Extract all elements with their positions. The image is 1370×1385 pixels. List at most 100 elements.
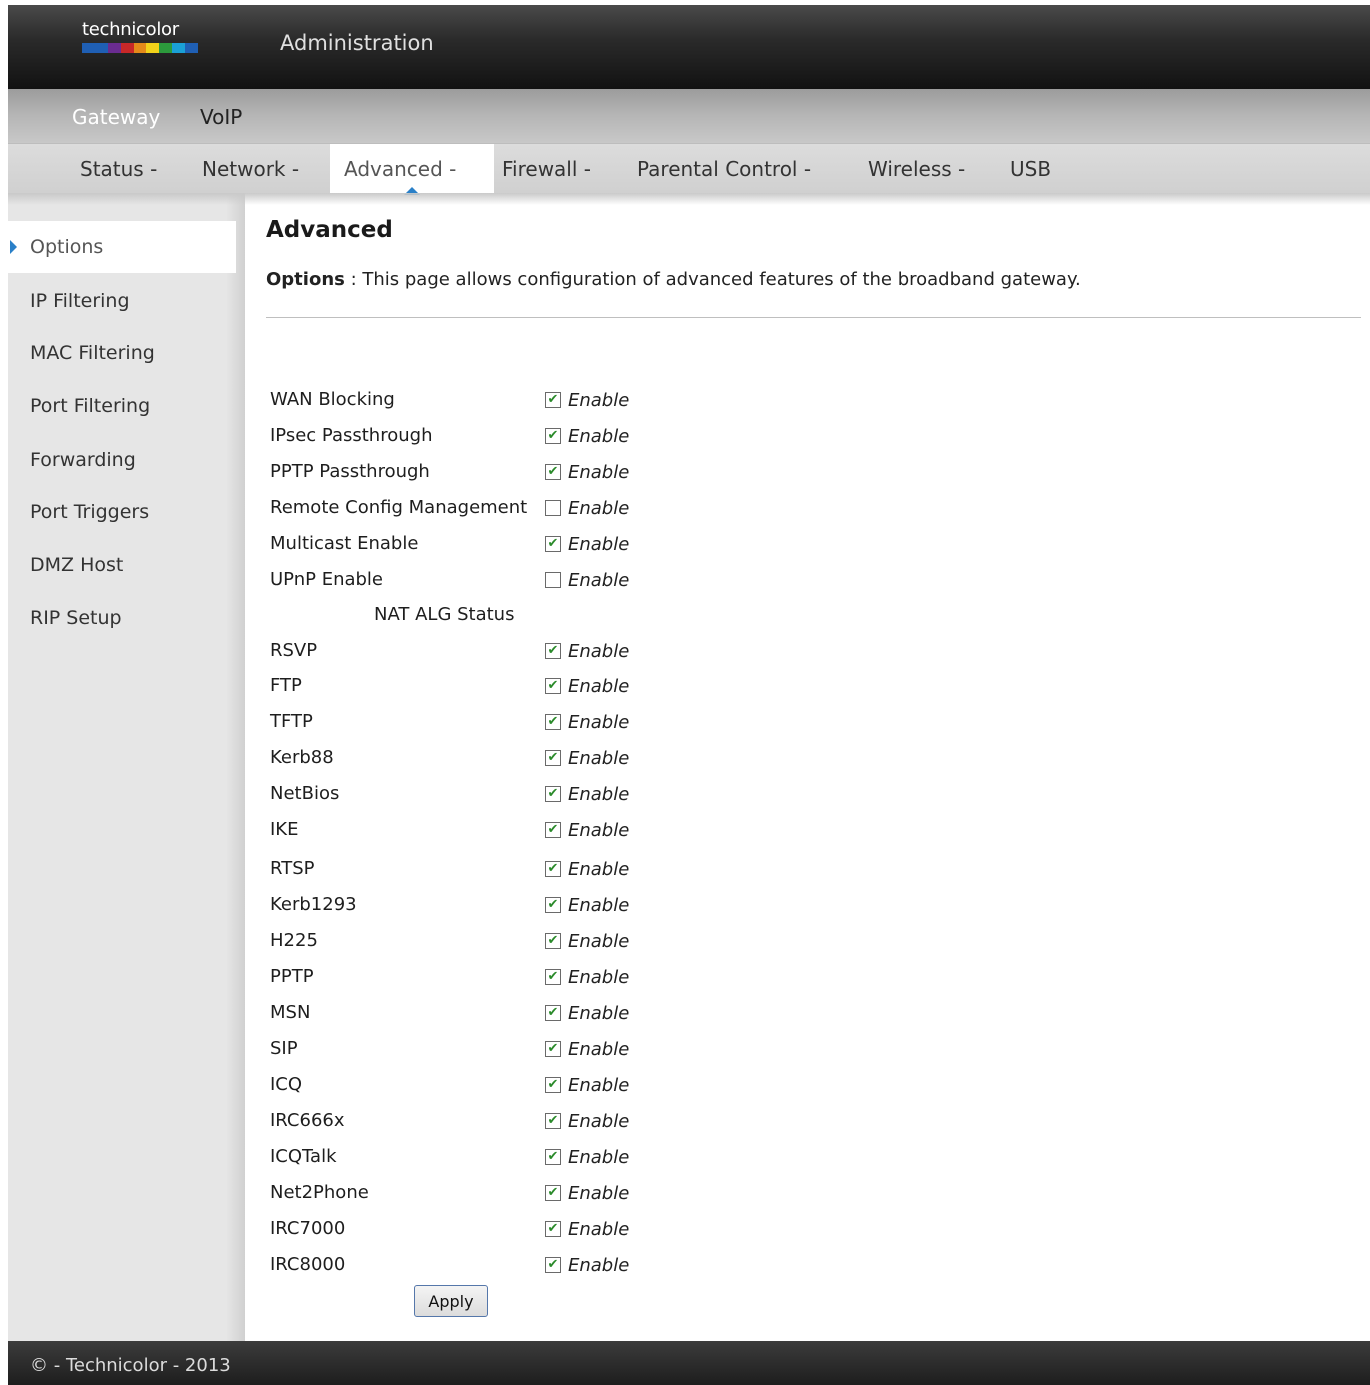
- checkbox-irc7000[interactable]: ✔: [545, 1221, 561, 1237]
- enable-label: Enable: [568, 462, 630, 483]
- enable-label: Enable: [568, 859, 630, 880]
- option-label-tftp: TFTP: [270, 711, 313, 732]
- tab-usb[interactable]: USB: [1010, 144, 1051, 194]
- secondary-nav: Status - Network - Advanced - Firewall -…: [8, 143, 1370, 195]
- checkbox-rsvp[interactable]: ✔: [545, 643, 561, 659]
- option-label-kerb1293: Kerb1293: [270, 894, 357, 915]
- top-header: technicolor Administration: [8, 5, 1370, 89]
- option-label-pptp-passthrough: PPTP Passthrough: [270, 461, 430, 482]
- copyright-text: © - Technicolor - 2013: [30, 1355, 231, 1376]
- enable-label: Enable: [568, 1075, 630, 1096]
- checkbox-icqtalk[interactable]: ✔: [545, 1149, 561, 1165]
- enable-label: Enable: [568, 534, 630, 555]
- checkbox-tftp[interactable]: ✔: [545, 714, 561, 730]
- enable-label: Enable: [568, 1111, 630, 1132]
- option-label-ike: IKE: [270, 819, 299, 840]
- sidebar-item-mac-filtering[interactable]: MAC Filtering: [8, 327, 236, 379]
- page-description: Options : This page allows configuration…: [266, 269, 1081, 290]
- option-label-msn: MSN: [270, 1002, 311, 1023]
- tab-firewall[interactable]: Firewall -: [502, 144, 591, 194]
- sidebar-item-forwarding[interactable]: Forwarding: [8, 434, 236, 486]
- page-frame: technicolor Administration Gateway VoIP …: [8, 5, 1370, 1385]
- checkbox-h225[interactable]: ✔: [545, 933, 561, 949]
- checkbox-kerb88[interactable]: ✔: [545, 750, 561, 766]
- option-label-remote-config-management: Remote Config Management: [270, 497, 528, 518]
- sidebar-item-ip-filtering[interactable]: IP Filtering: [8, 275, 236, 327]
- option-label-irc666x: IRC666x: [270, 1110, 345, 1131]
- app-title: Administration: [280, 31, 434, 55]
- sidebar-item-options[interactable]: Options: [8, 221, 236, 273]
- tab-advanced[interactable]: Advanced -: [330, 144, 494, 195]
- checkbox-msn[interactable]: ✔: [545, 1005, 561, 1021]
- checkbox-netbios[interactable]: ✔: [545, 786, 561, 802]
- enable-label: Enable: [568, 820, 630, 841]
- active-arrow-icon: [10, 240, 17, 254]
- enable-label: Enable: [568, 570, 630, 591]
- description-label: Options: [266, 269, 345, 290]
- sidebar-item-port-filtering[interactable]: Port Filtering: [8, 380, 236, 432]
- checkbox-net2phone[interactable]: ✔: [545, 1185, 561, 1201]
- checkbox-rtsp[interactable]: ✔: [545, 861, 561, 877]
- checkbox-remote-config-management[interactable]: [545, 500, 561, 516]
- enable-label: Enable: [568, 641, 630, 662]
- option-label-pptp: PPTP: [270, 966, 314, 987]
- tab-advanced-label: Advanced -: [344, 157, 457, 181]
- checkbox-irc8000[interactable]: ✔: [545, 1257, 561, 1273]
- enable-label: Enable: [568, 390, 630, 411]
- checkbox-pptp-passthrough[interactable]: ✔: [545, 464, 561, 480]
- option-label-netbios: NetBios: [270, 783, 340, 804]
- checkbox-ftp[interactable]: ✔: [545, 678, 561, 694]
- option-label-kerb88: Kerb88: [270, 747, 334, 768]
- enable-label: Enable: [568, 1255, 630, 1276]
- nav-gateway[interactable]: Gateway: [72, 105, 160, 129]
- checkbox-ipsec-passthrough[interactable]: ✔: [545, 428, 561, 444]
- enable-label: Enable: [568, 1003, 630, 1024]
- option-label-icqtalk: ICQTalk: [270, 1146, 337, 1167]
- nat-alg-heading: NAT ALG Status: [374, 604, 515, 625]
- technicolor-logo[interactable]: technicolor: [82, 19, 202, 65]
- sidebar-item-dmz-host[interactable]: DMZ Host: [8, 539, 236, 591]
- sidebar: Options IP Filtering MAC Filtering Port …: [8, 193, 245, 1341]
- sidebar-item-rip-setup[interactable]: RIP Setup: [8, 592, 236, 644]
- footer: © - Technicolor - 2013: [8, 1341, 1370, 1385]
- checkbox-multicast-enable[interactable]: ✔: [545, 536, 561, 552]
- enable-label: Enable: [568, 895, 630, 916]
- enable-label: Enable: [568, 712, 630, 733]
- enable-label: Enable: [568, 784, 630, 805]
- option-label-irc8000: IRC8000: [270, 1254, 346, 1275]
- option-label-h225: H225: [270, 930, 318, 951]
- checkbox-upnp-enable[interactable]: [545, 572, 561, 588]
- checkbox-wan-blocking[interactable]: ✔: [545, 392, 561, 408]
- option-label-irc7000: IRC7000: [270, 1218, 346, 1239]
- primary-nav: Gateway VoIP: [8, 89, 1370, 143]
- tab-wireless[interactable]: Wireless -: [868, 144, 965, 194]
- checkbox-kerb1293[interactable]: ✔: [545, 897, 561, 913]
- option-label-icq: ICQ: [270, 1074, 303, 1095]
- enable-label: Enable: [568, 426, 630, 447]
- checkbox-sip[interactable]: ✔: [545, 1041, 561, 1057]
- tab-network[interactable]: Network -: [202, 144, 299, 194]
- checkbox-pptp[interactable]: ✔: [545, 969, 561, 985]
- enable-label: Enable: [568, 748, 630, 769]
- nav-voip[interactable]: VoIP: [200, 105, 242, 129]
- enable-label: Enable: [568, 931, 630, 952]
- enable-label: Enable: [568, 1039, 630, 1060]
- sidebar-item-label: Options: [30, 236, 104, 258]
- description-separator: :: [344, 269, 363, 290]
- checkbox-ike[interactable]: ✔: [545, 822, 561, 838]
- enable-label: Enable: [568, 1219, 630, 1240]
- apply-button[interactable]: Apply: [414, 1285, 488, 1317]
- divider: [266, 317, 1361, 318]
- logo-color-bar-icon: [82, 43, 199, 53]
- sidebar-item-port-triggers[interactable]: Port Triggers: [8, 486, 236, 538]
- option-label-rtsp: RTSP: [270, 858, 315, 879]
- logo-text: technicolor: [82, 19, 179, 40]
- option-label-ipsec-passthrough: IPsec Passthrough: [270, 425, 433, 446]
- enable-label: Enable: [568, 676, 630, 697]
- tab-parental-control[interactable]: Parental Control -: [637, 144, 811, 194]
- tab-status[interactable]: Status -: [80, 144, 157, 194]
- checkbox-irc666x[interactable]: ✔: [545, 1113, 561, 1129]
- checkbox-icq[interactable]: ✔: [545, 1077, 561, 1093]
- enable-label: Enable: [568, 498, 630, 519]
- option-label-ftp: FTP: [270, 675, 302, 696]
